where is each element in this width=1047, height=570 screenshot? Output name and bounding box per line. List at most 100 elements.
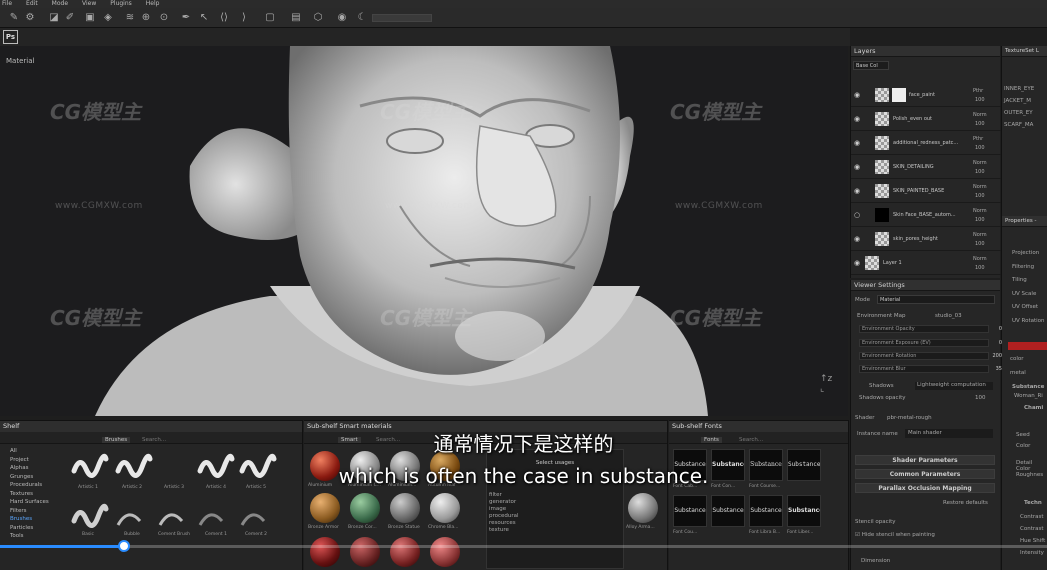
layer-blend-mode[interactable]: Pthr — [973, 88, 983, 94]
hide-stencil-checkbox[interactable]: ☑ Hide stencil when painting — [855, 532, 935, 538]
shadows-dropdown[interactable]: Lightweight computation — [915, 382, 993, 390]
clone-icon[interactable]: ⊕ — [140, 11, 152, 24]
material-sphere[interactable] — [430, 493, 460, 523]
visibility-eye-icon[interactable]: ◉ — [854, 259, 860, 267]
textureset-item[interactable]: SCARF_MA — [1004, 122, 1034, 134]
slider-value[interactable]: 0 — [999, 340, 1002, 347]
env-opacity-slider[interactable]: Environment Opacity 0 — [859, 325, 1002, 333]
layer-opacity[interactable]: 100 — [975, 193, 985, 199]
layer-row[interactable]: ◉ additional_redness_patc... Pthr 100 — [851, 132, 1001, 155]
layer-opacity[interactable]: 100 — [975, 97, 985, 103]
usage-item[interactable]: texture — [489, 527, 519, 534]
env-exposure-slider[interactable]: Environment Exposure (EV) 0 — [859, 339, 1002, 347]
layer-blend-mode[interactable]: Norm — [973, 208, 987, 214]
3d-viewport[interactable]: Material ↑z ⌞ CG模型主 CG模型主 CG模型主 www.CGMXW… — [0, 46, 848, 416]
viewport-icon[interactable]: ▢ — [264, 11, 276, 24]
material-sphere[interactable] — [350, 537, 380, 567]
projection-icon[interactable]: ▣ — [84, 11, 96, 24]
layer-row[interactable]: ○ Skin Face_BASE_autom... Norm 100 — [851, 204, 1001, 227]
section-cham[interactable]: Chami — [1024, 405, 1043, 411]
symmetry-icon[interactable]: ⟨⟩ — [218, 11, 230, 24]
font-tile[interactable]: Substance — [749, 495, 783, 527]
layer-blend-mode[interactable]: Norm — [973, 232, 987, 238]
textureset-item[interactable]: JACKET_M — [1004, 98, 1034, 110]
layer-opacity[interactable]: 100 — [975, 241, 985, 247]
video-progress-handle[interactable] — [117, 540, 130, 552]
category-item[interactable]: Filters — [0, 507, 64, 516]
material-sphere[interactable] — [628, 493, 658, 523]
category-item[interactable]: Hard Surfaces — [0, 498, 64, 507]
material-sphere[interactable] — [310, 493, 340, 523]
cube-icon[interactable]: ⬡ — [312, 11, 324, 24]
pencil-icon[interactable]: ✐ — [64, 11, 76, 24]
category-item[interactable]: Textures — [0, 490, 64, 499]
textureset-item[interactable]: OUTER_EY — [1004, 110, 1034, 122]
env-rotation-slider[interactable]: Environment Rotation 200 — [859, 352, 1002, 360]
red-channel-bar[interactable] — [1008, 342, 1047, 350]
video-progress-bar[interactable] — [0, 540, 1047, 552]
slider-value[interactable]: 200 — [992, 353, 1002, 360]
category-item[interactable]: Particles — [0, 524, 64, 533]
visibility-eye-icon[interactable]: ◉ — [854, 163, 860, 171]
settings-icon[interactable]: ⚙ — [24, 11, 36, 24]
layer-row[interactable]: ◉ Polish_even out Norm 100 — [851, 108, 1001, 131]
channel-metal-label[interactable]: metal — [1010, 370, 1026, 376]
shadows-opacity-value[interactable]: 100 — [975, 395, 986, 401]
usage-item[interactable]: procedural — [489, 513, 519, 520]
section-technical[interactable]: Techn — [1024, 500, 1042, 506]
photoshop-export-button[interactable]: Ps — [3, 30, 18, 44]
visibility-eye-icon[interactable]: ◉ — [854, 139, 860, 147]
slider-value[interactable]: 35 — [996, 366, 1002, 373]
menu-edit[interactable]: Edit — [26, 0, 38, 8]
menu-plugins[interactable]: Plugins — [110, 0, 132, 8]
channel-color-label[interactable]: color — [1010, 356, 1024, 362]
cursor-icon[interactable]: ↖ — [198, 11, 210, 24]
visibility-eye-hidden-icon[interactable]: ○ — [854, 211, 860, 219]
layer-blend-mode[interactable]: Norm — [973, 256, 987, 262]
layer-row[interactable]: ◉ Layer 1 Norm 100 — [851, 252, 1001, 275]
material-sphere[interactable] — [390, 537, 420, 567]
layer-blend-mode[interactable]: Pthr — [973, 136, 983, 142]
layer-channel-dropdown[interactable]: Base Col — [853, 61, 889, 70]
layer-opacity[interactable]: 100 — [975, 169, 985, 175]
layer-blend-mode[interactable]: Norm — [973, 112, 987, 118]
camera-icon[interactable]: ◉ — [336, 11, 348, 24]
layer-row[interactable]: ◉ SKIN_PAINTED_BASE Norm 100 — [851, 180, 1001, 203]
category-item-selected[interactable]: Brushes — [0, 515, 64, 524]
menu-mode[interactable]: Mode — [52, 0, 68, 8]
usage-item[interactable]: resources — [489, 520, 519, 527]
eraser-icon[interactable]: ◪ — [48, 11, 60, 24]
usage-item[interactable]: filter — [489, 492, 519, 499]
layer-row[interactable]: ◉ SKIN_DETAILING Norm 100 — [851, 156, 1001, 179]
menu-file[interactable]: File — [2, 0, 12, 8]
usage-item[interactable]: image — [489, 506, 519, 513]
layer-blend-mode[interactable]: Norm — [973, 184, 987, 190]
layer-opacity[interactable]: 100 — [975, 265, 985, 271]
visibility-eye-icon[interactable]: ◉ — [854, 187, 860, 195]
visibility-eye-icon[interactable]: ◉ — [854, 91, 860, 99]
env-blur-slider[interactable]: Environment Blur 35 — [859, 365, 1002, 373]
layer-opacity[interactable]: 100 — [975, 145, 985, 151]
moon-icon[interactable]: ☾ — [356, 11, 368, 24]
slider-value[interactable]: 0 — [999, 326, 1002, 333]
mirror-icon[interactable]: ⟩ — [238, 11, 250, 24]
material-sphere[interactable] — [350, 493, 380, 523]
visibility-eye-icon[interactable]: ◉ — [854, 115, 860, 123]
font-tile[interactable]: Substance — [673, 495, 707, 527]
layer-blend-mode[interactable]: Norm — [973, 160, 987, 166]
font-tile[interactable]: Substance — [787, 495, 821, 527]
env-map-value[interactable]: studio_03 — [935, 313, 962, 319]
polyfill-icon[interactable]: ◈ — [102, 11, 114, 24]
mode-dropdown[interactable]: Material — [877, 295, 995, 304]
restore-defaults-button[interactable]: Restore defaults — [943, 500, 988, 506]
paint-brush-icon[interactable]: ✎ — [8, 11, 20, 24]
usage-item[interactable]: generator — [489, 499, 519, 506]
substance-value[interactable]: Woman_Ri — [1014, 393, 1043, 399]
shader-value[interactable]: pbr-metal-rough — [887, 415, 932, 421]
material-sphere[interactable] — [430, 537, 460, 567]
visibility-eye-icon[interactable]: ◉ — [854, 235, 860, 243]
category-item[interactable]: Tools — [0, 532, 64, 541]
layer-opacity[interactable]: 100 — [975, 217, 985, 223]
font-tile[interactable]: Substance — [711, 495, 745, 527]
toolbar-slider[interactable] — [372, 14, 432, 22]
